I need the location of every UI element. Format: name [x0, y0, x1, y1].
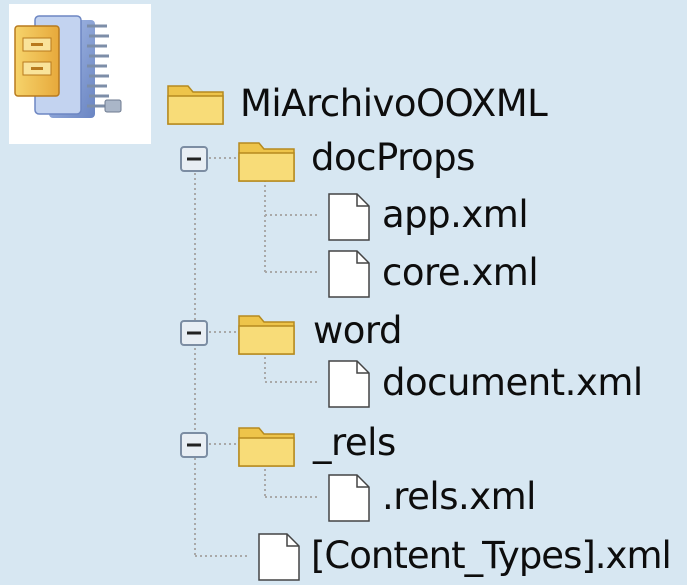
tree-label-core-xml[interactable]: core.xml	[382, 253, 539, 293]
minus-box-icon	[180, 432, 208, 458]
file-icon	[258, 533, 300, 585]
folder-icon	[238, 315, 295, 355]
tree-label-docprops[interactable]: docProps	[311, 138, 475, 178]
file-icon	[328, 193, 370, 245]
tree-label-root[interactable]: MiArchivoOOXML	[240, 84, 548, 124]
minus-box-icon	[180, 320, 208, 346]
folder-icon	[238, 427, 295, 467]
tree-label-rels-xml[interactable]: .rels.xml	[382, 477, 536, 517]
folder-icon	[238, 142, 295, 182]
collapse-toggle-word[interactable]	[179, 319, 209, 351]
tree-node-word[interactable]	[237, 306, 297, 362]
file-icon	[328, 474, 370, 526]
file-icon	[328, 250, 370, 302]
collapse-toggle-docprops[interactable]	[179, 145, 209, 177]
collapse-toggle-rels[interactable]	[179, 431, 209, 463]
folder-icon	[167, 85, 224, 125]
tree-label-content-types[interactable]: [Content_Types].xml	[311, 536, 672, 576]
tree-node-rels[interactable]	[237, 418, 297, 474]
tree-label-document-xml[interactable]: document.xml	[382, 363, 643, 403]
minus-box-icon	[180, 146, 208, 172]
tree-label-rels[interactable]: _rels	[313, 423, 396, 463]
tree-label-app-xml[interactable]: app.xml	[382, 195, 529, 235]
tree-node-docprops[interactable]	[237, 133, 297, 189]
tree-node-root[interactable]	[166, 76, 226, 132]
file-icon	[328, 360, 370, 412]
tree-label-word[interactable]: word	[313, 311, 402, 351]
